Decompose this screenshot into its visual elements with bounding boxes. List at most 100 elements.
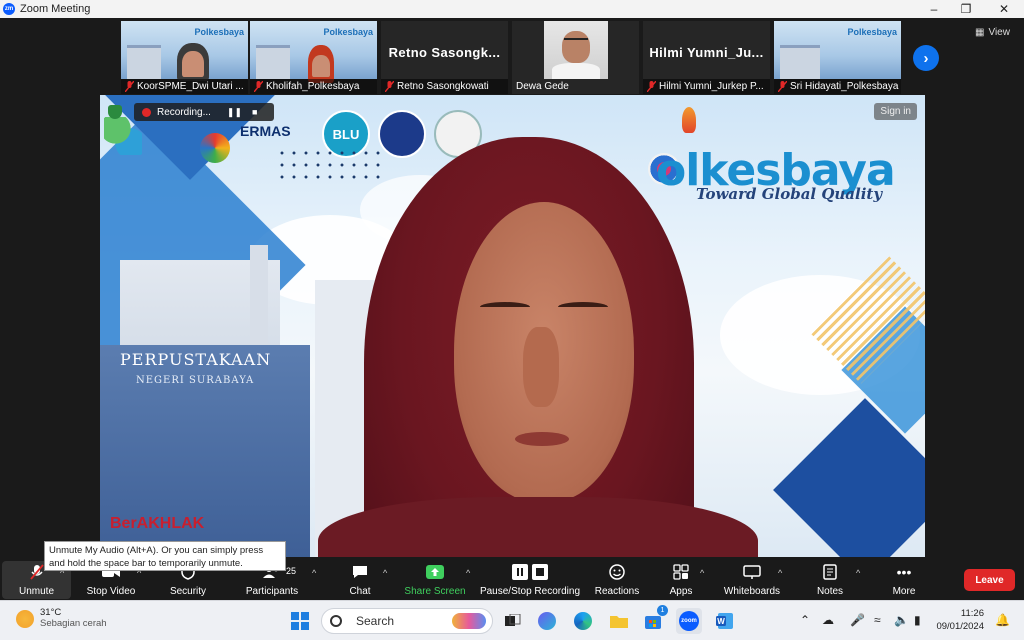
building-sign-sub: NEGERI SURABAYA: [136, 375, 255, 386]
whiteboard-icon: [743, 564, 761, 580]
apps-options-caret[interactable]: ^: [700, 568, 704, 578]
participant-name: KoorSPME_Dwi Utari ...: [121, 79, 248, 94]
speaker-icon[interactable]: 🔈: [894, 613, 909, 627]
brand-text: Polkesbaya: [323, 27, 373, 37]
whiteboards-options-caret[interactable]: ^: [778, 568, 782, 578]
mic-muted-icon: [254, 81, 263, 92]
share-screen-button[interactable]: Share Screen: [404, 560, 466, 600]
participant-tile[interactable]: Hilmi Yumni_Ju... Hilmi Yumni_Jurkep P..…: [643, 21, 770, 94]
apps-grid-icon: [672, 564, 690, 580]
minimize-button[interactable]: –: [916, 0, 952, 18]
copilot-icon[interactable]: [534, 608, 560, 634]
recording-controls-icon: [512, 564, 548, 580]
microphone-icon[interactable]: 🎤: [850, 613, 865, 627]
battery-icon[interactable]: ▮: [914, 613, 921, 627]
file-explorer-icon[interactable]: [606, 608, 632, 634]
reactions-button[interactable]: Reactions: [594, 560, 640, 600]
participant-tile[interactable]: Retno Sasongk... Retno Sasongkowati: [381, 21, 508, 94]
zoom-taskbar-icon[interactable]: zoom: [676, 608, 702, 634]
mic-muted-icon: [778, 81, 787, 92]
participant-tile[interactable]: Polkesbaya Sri Hidayati_Polkesbaya: [774, 21, 901, 94]
participants-count: 25: [286, 566, 297, 576]
participant-name: Kholifah_Polkesbaya: [250, 79, 377, 94]
participant-name: Sri Hidayati_Polkesbaya: [774, 79, 901, 94]
unmute-tooltip: Unmute My Audio (Alt+A). Or you can simp…: [44, 541, 286, 571]
microsoft-store-icon[interactable]: 1: [640, 605, 668, 634]
pause-recording-icon[interactable]: ❚❚: [227, 107, 242, 118]
participant-tile[interactable]: Polkesbaya KoorSPME_Dwi Utari ...: [121, 21, 248, 94]
sun-cloud-icon: [16, 610, 34, 628]
apps-button[interactable]: Apps: [664, 560, 698, 600]
search-icon: [330, 615, 342, 627]
show-hidden-icons-chevron[interactable]: ⌃: [800, 613, 810, 627]
notes-options-caret[interactable]: ^: [856, 568, 860, 578]
berakhlak-label: BerAKHLAK: [110, 515, 205, 532]
task-view-icon[interactable]: [500, 608, 526, 634]
participant-video: [544, 21, 608, 79]
notification-bell-icon[interactable]: 🔔: [995, 613, 1010, 627]
chat-bubble-icon: [351, 564, 369, 580]
grid-icon: ▦: [975, 27, 985, 38]
mic-muted-icon: [385, 81, 394, 92]
close-button[interactable]: ✕: [986, 0, 1022, 18]
germas-label: ERMAS: [240, 123, 291, 139]
brand-text: Polkesbaya: [194, 27, 244, 37]
whiteboards-button[interactable]: Whiteboards: [720, 560, 784, 600]
store-badge: 1: [657, 605, 668, 616]
brand-text: Polkesbaya: [847, 27, 897, 37]
sign-in-button[interactable]: Sign in: [874, 103, 917, 120]
word-icon[interactable]: W: [712, 608, 738, 634]
mic-muted-icon: [28, 564, 46, 580]
reaction-smile-icon: [608, 564, 626, 580]
pause-stop-recording-button[interactable]: Pause/Stop Recording: [478, 560, 582, 600]
speaker-person: [318, 137, 758, 557]
search-highlight-icon: [452, 613, 486, 629]
recording-indicator: Recording... ❚❚ ■: [134, 103, 274, 121]
more-dots-icon: •••: [896, 564, 912, 580]
participant-name: Retno Sasongkowati: [381, 79, 508, 94]
participant-video: Polkesbaya: [121, 21, 248, 81]
chat-options-caret[interactable]: ^: [383, 568, 387, 578]
participant-tile[interactable]: Dewa Gede: [512, 21, 639, 94]
edge-browser-icon[interactable]: [570, 608, 596, 634]
chat-button[interactable]: Chat: [338, 560, 382, 600]
leave-button[interactable]: Leave: [964, 569, 1015, 591]
windows-taskbar: 31°C Sebagian cerah Search 1 zoom W ⌃ ☁ …: [0, 600, 1024, 640]
share-screen-icon: [426, 564, 444, 580]
cloud-icon[interactable]: ☁: [822, 613, 834, 627]
weather-widget[interactable]: 31°C Sebagian cerah: [16, 607, 107, 629]
next-page-button[interactable]: ›: [913, 45, 939, 71]
participants-options-caret[interactable]: ^: [312, 568, 316, 578]
temperature: 31°C: [40, 607, 62, 618]
participant-video: Polkesbaya: [774, 21, 901, 79]
participant-display-name: Retno Sasongk...: [388, 45, 501, 60]
view-button[interactable]: ▦ View: [975, 27, 1010, 38]
title-bar: zm Zoom Meeting – ❐ ✕: [0, 0, 1024, 18]
mic-muted-icon: [125, 81, 134, 92]
participant-display-name: Hilmi Yumni_Ju...: [649, 45, 764, 60]
mic-muted-icon: [647, 81, 656, 92]
participant-name: Hilmi Yumni_Jurkep P...: [643, 79, 770, 94]
active-speaker-video: PERPUSTAKAAN NEGERI SURABAYA ERMAS BLU o…: [100, 95, 925, 557]
participant-tile[interactable]: Polkesbaya Kholifah_Polkesbaya: [250, 21, 377, 94]
system-clock[interactable]: 11:26 09/01/2024: [936, 607, 984, 633]
svg-text:W: W: [717, 617, 725, 626]
notes-icon: [821, 564, 839, 580]
recording-dot-icon: [142, 107, 151, 117]
restore-button[interactable]: ❐: [948, 0, 984, 18]
more-button[interactable]: ••• More: [884, 560, 924, 600]
shield-icon[interactable]: [108, 105, 122, 119]
flame-icon: [682, 107, 696, 133]
notes-button[interactable]: Notes: [810, 560, 850, 600]
window-title: Zoom Meeting: [20, 3, 91, 15]
participant-video: Polkesbaya: [250, 21, 377, 83]
participant-name: Dewa Gede: [516, 81, 569, 92]
share-options-caret[interactable]: ^: [466, 568, 470, 578]
wifi-icon[interactable]: ≈: [874, 613, 881, 627]
zoom-app-icon: zm: [3, 3, 15, 15]
stop-recording-icon[interactable]: ■: [252, 107, 257, 117]
taskbar-search[interactable]: Search: [321, 608, 493, 634]
start-icon[interactable]: [287, 608, 313, 634]
building-sign: PERPUSTAKAAN: [120, 350, 272, 369]
weather-description: Sebagian cerah: [40, 618, 107, 629]
